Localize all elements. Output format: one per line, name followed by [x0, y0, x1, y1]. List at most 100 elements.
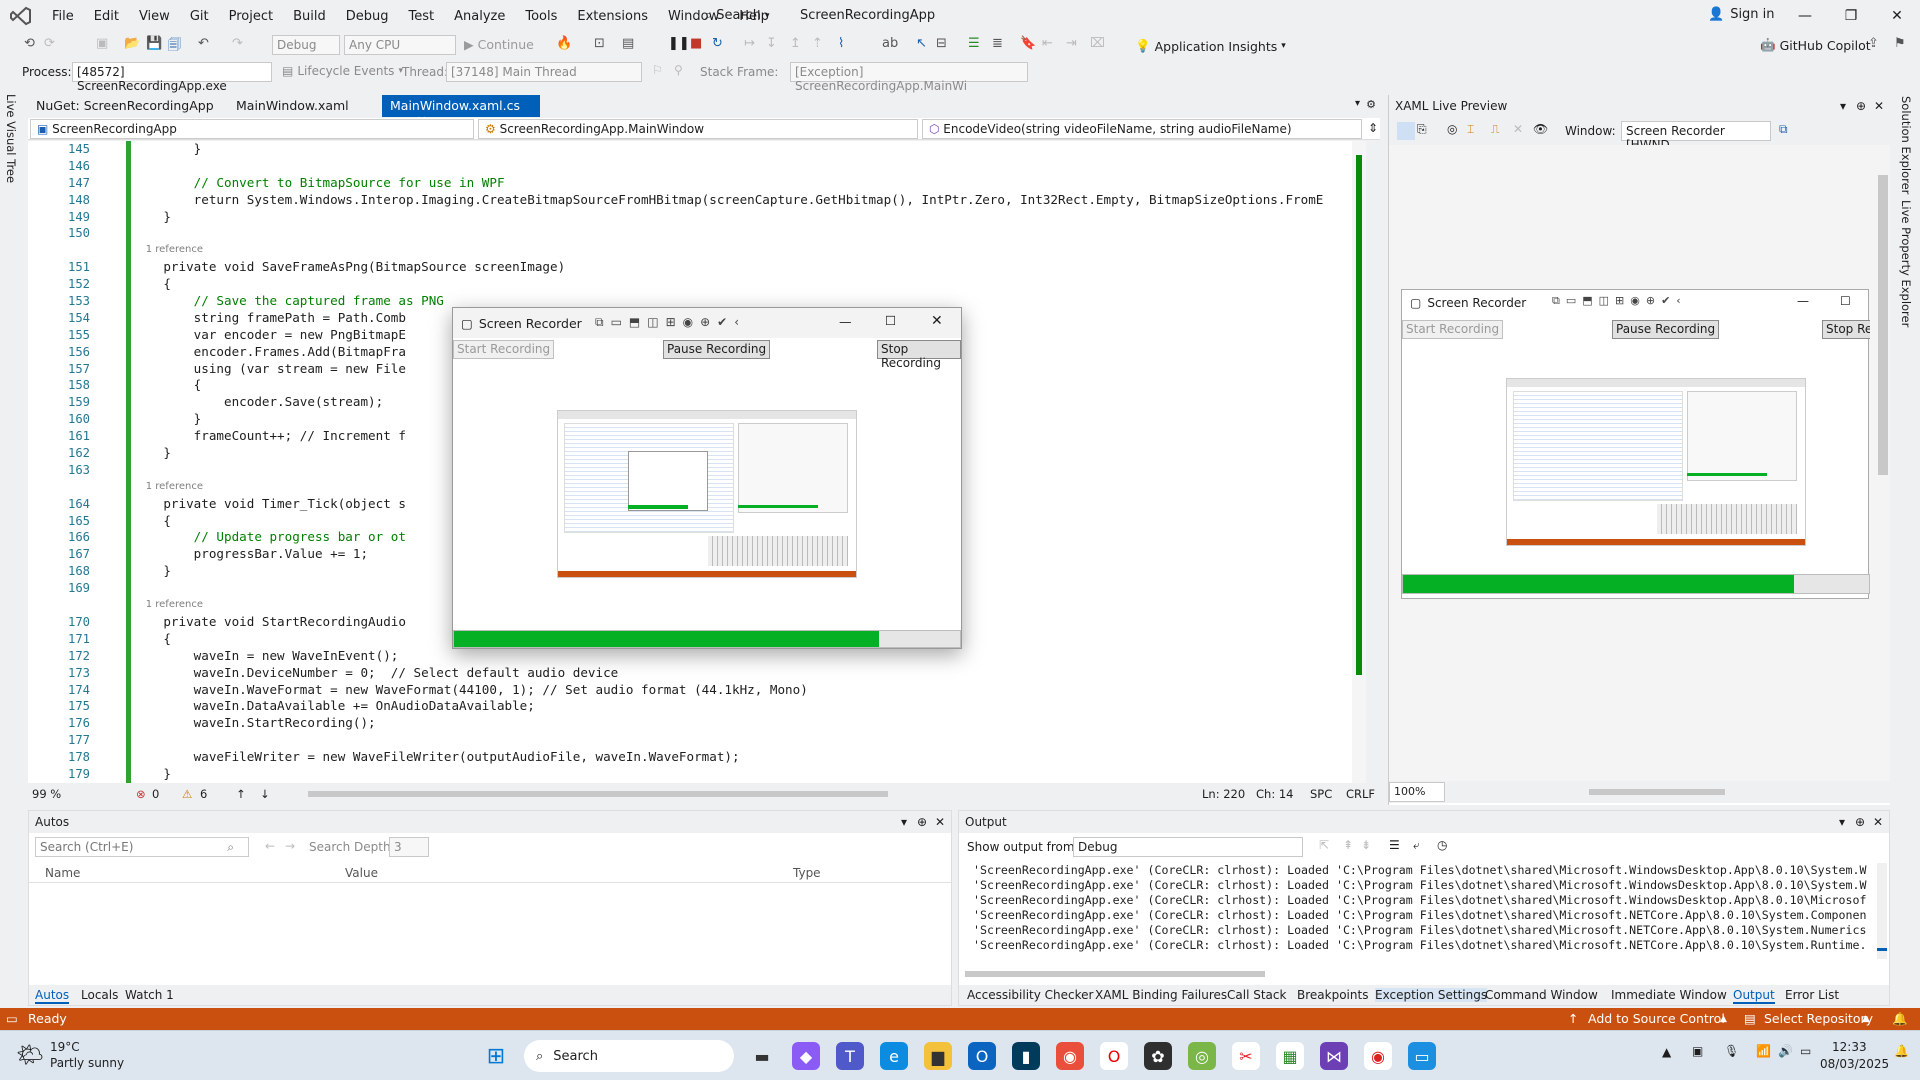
code-lens-reference[interactable]: 1 reference: [133, 242, 1323, 259]
select-repository-button[interactable]: Select Repository: [1764, 1011, 1873, 1026]
up-arrow-icon[interactable]: ↑: [236, 787, 246, 801]
menu-item-extensions[interactable]: Extensions: [567, 9, 658, 24]
restore-icon[interactable]: ❐: [1828, 0, 1874, 32]
feedback-icon[interactable]: ⚑: [1894, 36, 1906, 51]
live-property-explorer-tab[interactable]: Live Property Explorer: [1899, 200, 1913, 327]
screen-recorder-app-icon[interactable]: ▭: [1408, 1042, 1436, 1070]
spellcheck-icon[interactable]: ab: [882, 36, 898, 51]
next-message-icon[interactable]: ⇟: [1361, 838, 1371, 852]
close-icon[interactable]: ✕: [1874, 0, 1920, 32]
stack-frame-dropdown[interactable]: [Exception] ScreenRecordingApp.MainWi: [790, 62, 1028, 93]
battery-icon[interactable]: ▭: [1800, 1044, 1811, 1058]
outlook-icon[interactable]: O: [968, 1042, 996, 1070]
notification-bell-icon[interactable]: 🔔: [1894, 1044, 1909, 1058]
new-item-icon[interactable]: ▣: [96, 36, 108, 51]
preview-pause-recording-button[interactable]: Pause Recording: [1612, 320, 1720, 339]
down-arrow-icon[interactable]: ↓: [260, 787, 270, 801]
zoom-level[interactable]: 99 %: [32, 787, 61, 801]
task-view-icon[interactable]: ▬: [748, 1042, 776, 1070]
output-horizontal-scrollbar[interactable]: [959, 967, 1889, 981]
share-icon[interactable]: ⇪: [1868, 36, 1879, 51]
column-name[interactable]: Name: [45, 866, 80, 880]
stop-icon[interactable]: ■: [690, 36, 702, 51]
output-log[interactable]: 'ScreenRecordingApp.exe' (CoreCLR: clrho…: [973, 863, 1871, 953]
ruler-icon[interactable]: ⌶: [1467, 122, 1474, 137]
tab-mainwindow-xaml-cs[interactable]: MainWindow.xaml.cs ⊕ ✕: [382, 95, 540, 128]
undo-icon[interactable]: ↶: [198, 36, 209, 51]
volume-icon[interactable]: 🔊: [1778, 1044, 1793, 1058]
browse-icon[interactable]: ⊡: [594, 36, 605, 51]
visual-studio-logo-icon[interactable]: [10, 6, 32, 26]
live-visual-tree-tab[interactable]: Live Visual Tree: [4, 94, 18, 183]
track-focus-icon[interactable]: ◎: [1447, 122, 1457, 136]
minimize-icon[interactable]: —: [1797, 294, 1809, 308]
bookmark-icon[interactable]: 🔖: [1020, 36, 1036, 51]
menu-item-analyze[interactable]: Analyze: [444, 9, 515, 24]
clock-time[interactable]: 12:33: [1832, 1040, 1867, 1054]
solution-explorer-tab[interactable]: Solution Explorer: [1899, 96, 1913, 194]
m365-icon[interactable]: ◉: [1056, 1042, 1084, 1070]
snipping-tool-icon[interactable]: ✂: [1232, 1042, 1260, 1070]
start-windows-icon[interactable]: ⊞: [482, 1042, 510, 1070]
platform-dropdown[interactable]: Any CPU: [344, 35, 456, 55]
add-to-source-control-button[interactable]: Add to Source Control: [1588, 1011, 1725, 1026]
maximize-icon[interactable]: ☐: [885, 313, 896, 328]
edge-icon[interactable]: e: [880, 1042, 908, 1070]
filter-icon[interactable]: ⚲: [674, 63, 683, 77]
tab-autos[interactable]: Autos: [35, 988, 70, 1004]
chevron-down-icon[interactable]: ▾: [1839, 815, 1845, 829]
select-element-icon[interactable]: [1397, 122, 1415, 140]
process-dropdown[interactable]: [48572] ScreenRecordingApp.exe: [72, 62, 272, 93]
in-app-toolbar-icons[interactable]: ⧉▭⬒◫⊞◉⊕✔‹: [595, 315, 746, 330]
find-message-icon[interactable]: ⇱: [1319, 838, 1329, 852]
layout-icon[interactable]: ▤: [622, 36, 634, 51]
menu-item-git[interactable]: Git: [180, 9, 219, 24]
close-icon[interactable]: ✕: [931, 313, 943, 329]
lifecycle-events-button[interactable]: ▤ Lifecycle Events ▾: [282, 64, 403, 78]
menu-item-tools[interactable]: Tools: [515, 9, 567, 24]
editor-horizontal-scrollbar[interactable]: [308, 791, 888, 797]
weather-icon[interactable]: 🌤: [16, 1043, 44, 1068]
tab-nuget[interactable]: NuGet: ScreenRecordingApp: [28, 95, 228, 117]
eye-icon[interactable]: 👁: [1533, 122, 1548, 136]
error-count[interactable]: 0: [152, 787, 159, 801]
word-wrap-icon[interactable]: ⤶: [1413, 838, 1420, 853]
chatgpt-icon[interactable]: ✿: [1144, 1042, 1172, 1070]
restart-icon[interactable]: ↻: [712, 36, 723, 51]
hot-reload-icon[interactable]: 🔥: [556, 36, 572, 51]
menu-item-debug[interactable]: Debug: [336, 9, 399, 24]
output-source-dropdown[interactable]: Debug: [1073, 837, 1303, 857]
teams-icon[interactable]: T: [836, 1042, 864, 1070]
tray-app-icon[interactable]: ▣: [1692, 1044, 1703, 1058]
chrome-icon[interactable]: ◉: [1364, 1042, 1392, 1070]
split-icon[interactable]: ⊟: [936, 36, 947, 51]
preview-stop-recording-button[interactable]: Stop Rec: [1822, 320, 1870, 339]
tab-xaml-binding-failures[interactable]: XAML Binding Failures: [1095, 988, 1227, 1002]
tab-accessibility-checker[interactable]: Accessibility Checker: [967, 988, 1093, 1002]
output-vertical-scrollbar[interactable]: [1877, 863, 1887, 959]
copilot-app-icon[interactable]: ◆: [792, 1042, 820, 1070]
tab-command-window[interactable]: Command Window: [1485, 988, 1598, 1002]
autos-search-input[interactable]: Search (Ctrl+E) ⌕: [35, 837, 249, 857]
wifi-icon[interactable]: 📶: [1756, 1044, 1771, 1058]
tab-watch-1[interactable]: Watch 1: [125, 988, 174, 1002]
menu-item-project[interactable]: Project: [219, 9, 283, 24]
visual-studio-icon[interactable]: ⋈: [1320, 1042, 1348, 1070]
file-explorer-icon[interactable]: ▆: [924, 1042, 952, 1070]
search-menu[interactable]: ⌕ Search ▾: [705, 8, 769, 23]
line-ending[interactable]: CRLF: [1346, 787, 1375, 801]
menu-item-test[interactable]: Test: [399, 9, 445, 24]
back-icon[interactable]: ⟲: [24, 36, 35, 51]
continue-button[interactable]: ▶ Continue: [464, 37, 534, 52]
comment-icon[interactable]: ☰: [968, 36, 980, 51]
tab-mainwindow-xaml[interactable]: MainWindow.xaml: [228, 95, 398, 117]
menu-item-edit[interactable]: Edit: [84, 9, 129, 24]
tab-list-chevron-icon[interactable]: ▾: [1355, 98, 1360, 109]
minimize-icon[interactable]: —: [1782, 0, 1828, 32]
close-icon[interactable]: ✕: [1873, 815, 1883, 829]
prev-bookmark-icon[interactable]: ⇤: [1042, 36, 1053, 51]
clear-bookmarks-icon[interactable]: ⌧: [1090, 36, 1105, 51]
stop-recording-button[interactable]: Stop Recording: [877, 340, 961, 370]
start-recording-button[interactable]: Start Recording: [453, 340, 555, 359]
step-back-icon[interactable]: ⇡: [812, 36, 823, 51]
